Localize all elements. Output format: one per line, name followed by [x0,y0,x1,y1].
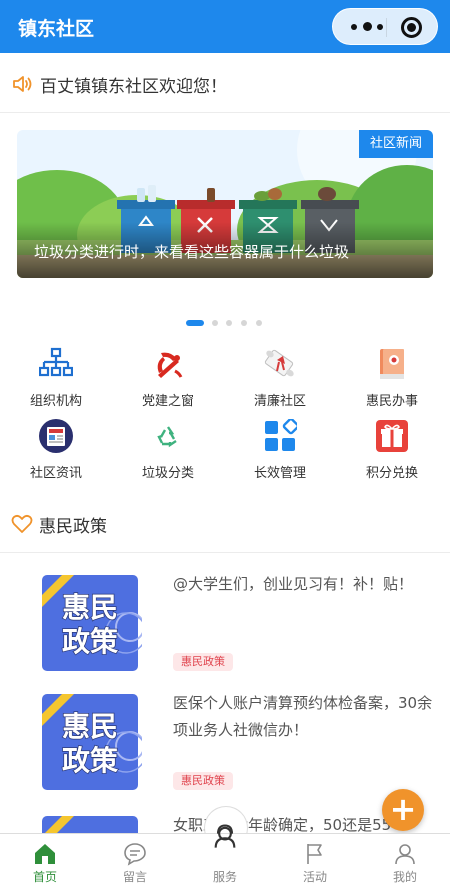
thumb-text: 惠民 [62,710,118,743]
message-icon [124,843,146,866]
miniprogram-capsule [332,8,438,45]
grid-label: 长效管理 [253,466,306,481]
book-icon [380,349,404,379]
banner-caption: 垃圾分类进行时，来看看这些容器属于什么垃圾 [17,222,433,278]
tab-label: 留言 [122,870,147,884]
thumb-text: 政策 [62,744,118,777]
tab-label: 首页 [32,870,57,884]
policy-item[interactable]: 惠民 政策 医保个人账户清算预约体检备案，30余项业务人社微信办！ 惠民政策 [0,690,450,800]
news-icon [39,419,73,453]
service-icon [214,824,236,848]
grid-item-recycle[interactable]: 垃圾分类 [112,419,224,485]
thumb-text: 政策 [62,625,118,658]
tab-profile[interactable]: 我的 [360,834,450,890]
tab-label: 服务 [212,870,237,884]
announcement-text: 百丈镇镇东社区欢迎您！ [40,77,227,97]
recycle-icon [157,426,177,448]
policy-section-header: 惠民政策 [0,505,450,553]
scroll-icon [264,349,294,377]
heart-icon [11,514,33,533]
policy-title: @大学生们，创业见习有！补！贴！ [173,575,414,593]
add-fab-button[interactable]: + [382,789,424,831]
policy-thumbnail [42,816,138,833]
tab-activity[interactable]: 活动 [270,834,360,890]
pager-dot[interactable] [226,320,232,326]
speaker-icon [13,76,32,92]
grid-item-org[interactable]: 组织机构 [0,347,112,413]
tab-home[interactable]: 首页 [0,834,90,890]
grid-item-integrity[interactable]: 清廉社区 [224,347,336,413]
flag-icon [307,844,322,864]
policy-badge: 惠民政策 [173,772,233,790]
announcement-bar: 百丈镇镇东社区欢迎您！ [0,53,450,113]
grid-label: 垃圾分类 [141,466,194,481]
org-chart-icon [39,347,73,377]
banner-tag: 社区新闻 [359,130,433,158]
banner-caption-text: 垃圾分类进行时，来看看这些容器属于什么垃圾 [34,243,350,261]
policy-item[interactable]: 惠民 政策 @大学生们，创业见习有！补！贴！ 惠民政策 [0,571,450,681]
grid-item-points[interactable]: 积分兑换 [336,419,448,485]
user-icon [395,844,415,865]
app-title: 镇东社区 [18,18,95,40]
grid-label: 清廉社区 [253,394,306,409]
policy-title: 医保个人账户清算预约体检备案，30余项业务人社微信办！ [173,694,433,739]
grid-item-service[interactable]: 惠民办事 [336,347,448,413]
pager-dot[interactable] [212,320,218,326]
grid-label: 惠民办事 [365,394,418,409]
tab-label: 我的 [392,870,417,884]
grid-item-management[interactable]: 长效管理 [224,419,336,485]
blocks-icon [265,419,297,451]
more-icon[interactable] [351,20,385,34]
home-icon [35,844,55,864]
tab-label: 活动 [302,870,327,884]
policy-thumbnail: 惠民 政策 [42,694,142,790]
grid-item-news[interactable]: 社区资讯 [0,419,112,485]
party-emblem-icon [157,352,183,378]
tab-service[interactable]: 服务 [180,824,270,890]
grid-label: 社区资讯 [29,466,82,481]
pager-dot[interactable] [256,320,262,326]
grid-item-party[interactable]: 党建之窗 [112,347,224,413]
grid-label: 党建之窗 [141,394,194,409]
grid-label: 组织机构 [29,394,82,409]
bottom-tab-bar: 首页 留言 服务 活动 我的 [0,824,450,890]
pager-dot-active[interactable] [186,320,204,326]
app-header: 镇东社区 [0,0,450,53]
grid-label: 积分兑换 [365,466,418,481]
close-target-icon[interactable] [401,17,422,38]
capsule-divider [386,18,387,37]
tab-message[interactable]: 留言 [90,834,180,890]
pager-dot[interactable] [241,320,247,326]
policy-badge: 惠民政策 [173,653,233,671]
news-banner[interactable]: 社区新闻 垃圾分类进行时，来看看这些容器属于什么垃圾 [17,130,433,278]
gift-icon [376,420,408,452]
section-title: 惠民政策 [39,517,107,537]
policy-thumbnail: 惠民 政策 [42,575,142,671]
thumb-text: 惠民 [62,591,118,624]
